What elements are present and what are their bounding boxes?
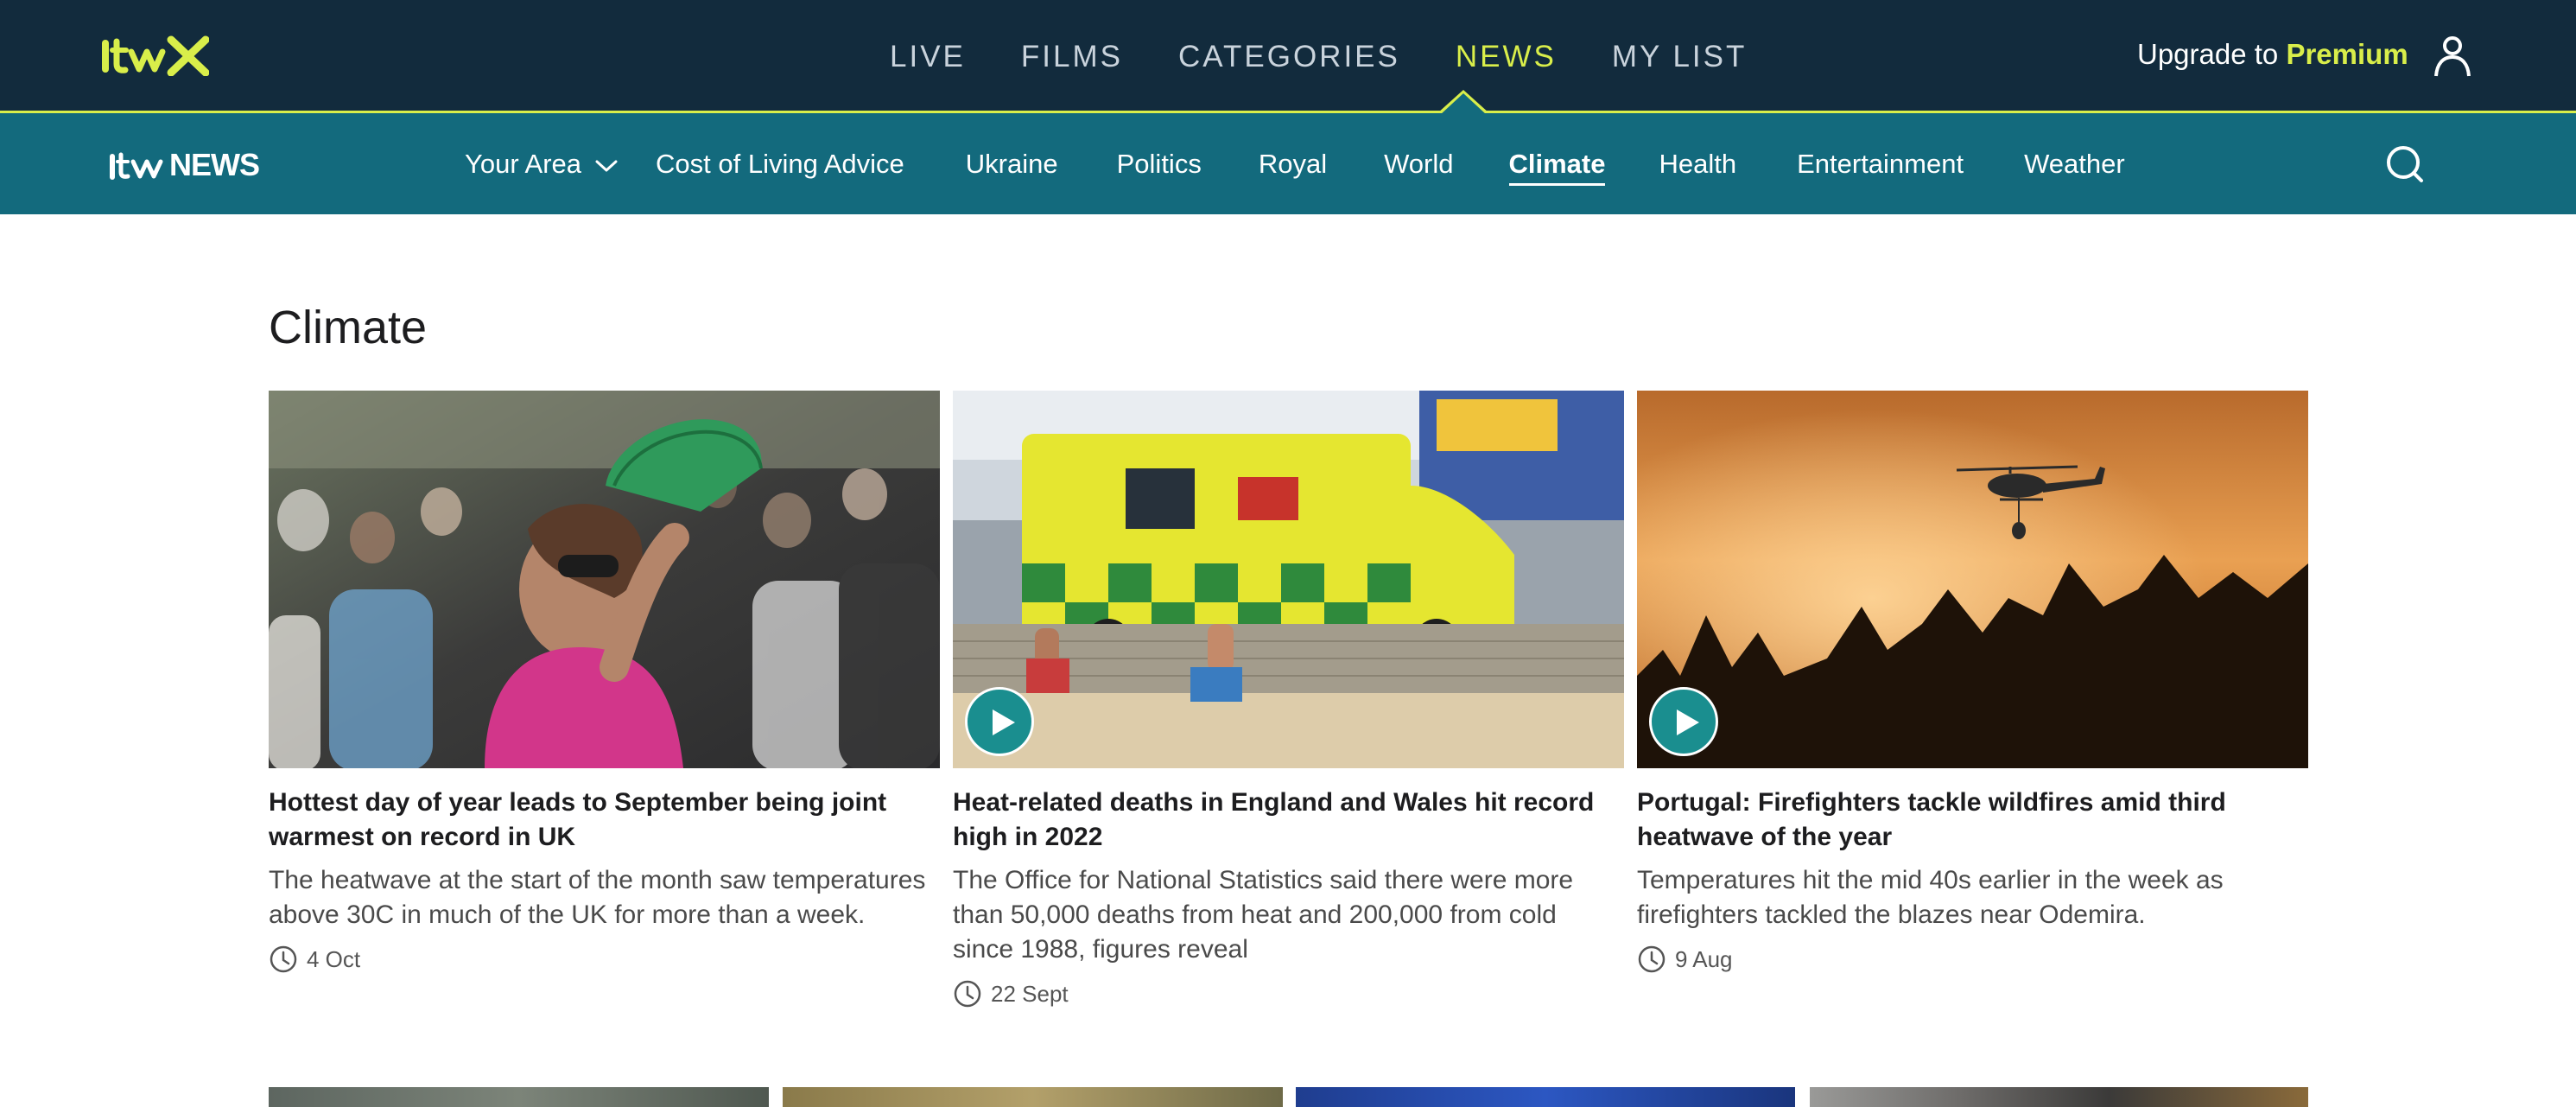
- article-thumbnail-partial[interactable]: [1810, 1087, 2308, 1107]
- main-nav: LIVE FILMS CATEGORIES NEWS MY LIST: [890, 0, 1802, 113]
- premium-label: Premium: [2286, 38, 2408, 70]
- article-image[interactable]: [269, 391, 940, 768]
- nav-films[interactable]: FILMS: [1021, 40, 1123, 74]
- article-date-label: 9 Aug: [1675, 945, 1733, 972]
- article-headline[interactable]: Portugal: Firefighters tackle wildfires …: [1637, 786, 2308, 855]
- clock-icon: [1638, 945, 1666, 973]
- article-card[interactable]: Heat-related deaths in England and Wales…: [953, 391, 1624, 1008]
- crowd-heatwave-photo: [269, 391, 940, 768]
- news-section-nav: Your Area Cost of Living Advice Ukraine …: [465, 113, 2125, 214]
- search-icon[interactable]: [2384, 143, 2424, 183]
- play-icon: [1677, 709, 1699, 735]
- article-headline[interactable]: Hottest day of year leads to September b…: [269, 786, 940, 855]
- nav-live[interactable]: LIVE: [890, 40, 966, 74]
- article-thumbnail-partial[interactable]: [269, 1087, 769, 1107]
- page-title: Climate: [269, 302, 428, 353]
- play-button[interactable]: [965, 687, 1034, 756]
- wildfire-helicopter-photo: [1637, 391, 2308, 768]
- sub-nav-politics[interactable]: Politics: [1117, 149, 1202, 180]
- ambulance-beach-photo: [953, 391, 1624, 768]
- nav-news[interactable]: NEWS: [1456, 40, 1557, 74]
- sub-nav-health[interactable]: Health: [1659, 149, 1736, 180]
- itvx-logo[interactable]: [102, 35, 209, 76]
- your-area-dropdown[interactable]: Your Area: [465, 149, 618, 180]
- sub-nav-royal[interactable]: Royal: [1259, 149, 1327, 180]
- your-area-label: Your Area: [465, 148, 582, 179]
- sub-nav-climate[interactable]: Climate: [1508, 149, 1605, 186]
- itv-logo-mark: [110, 152, 163, 180]
- itvx-top-bar: LIVE FILMS CATEGORIES NEWS MY LIST Upgra…: [0, 0, 2576, 113]
- article-image[interactable]: [1637, 391, 2308, 768]
- article-date-label: 22 Sept: [991, 980, 1069, 1007]
- article-date: 22 Sept: [953, 979, 1624, 1008]
- nav-categories[interactable]: CATEGORIES: [1178, 40, 1400, 74]
- clock-icon: [954, 980, 981, 1008]
- account-icon[interactable]: [2432, 35, 2473, 78]
- article-thumbnail-partial[interactable]: [1296, 1087, 1795, 1107]
- upgrade-prefix: Upgrade to: [2137, 38, 2279, 70]
- active-nav-indicator-fill: [1440, 93, 1487, 115]
- article-date: 4 Oct: [269, 945, 940, 974]
- sub-nav-world[interactable]: World: [1384, 149, 1453, 180]
- article-thumbnail-partial[interactable]: [783, 1087, 1283, 1107]
- article-date: 9 Aug: [1637, 945, 2308, 974]
- sub-nav-ukraine[interactable]: Ukraine: [966, 149, 1058, 180]
- article-card[interactable]: Hottest day of year leads to September b…: [269, 391, 940, 974]
- article-headline[interactable]: Heat-related deaths in England and Wales…: [953, 786, 1624, 855]
- news-wordmark: NEWS: [169, 147, 260, 182]
- article-summary: Temperatures hit the mid 40s earlier in …: [1637, 866, 2224, 929]
- article-card[interactable]: Portugal: Firefighters tackle wildfires …: [1637, 391, 2308, 974]
- chevron-down-icon: [595, 160, 618, 171]
- play-button[interactable]: [1649, 687, 1718, 756]
- news-sub-bar: NEWS Your Area Cost of Living Advice Ukr…: [0, 113, 2576, 214]
- article-summary: The heatwave at the start of the month s…: [269, 866, 926, 929]
- sub-nav-entertainment[interactable]: Entertainment: [1797, 149, 1964, 180]
- sub-nav-cost-of-living[interactable]: Cost of Living Advice: [656, 149, 904, 180]
- article-image[interactable]: [953, 391, 1624, 768]
- nav-my-list[interactable]: MY LIST: [1612, 40, 1748, 74]
- upgrade-premium-link[interactable]: Upgrade to Premium: [2137, 38, 2408, 71]
- article-date-label: 4 Oct: [307, 945, 361, 972]
- clock-icon: [270, 945, 297, 973]
- play-icon: [993, 709, 1015, 735]
- article-summary: The Office for National Statistics said …: [953, 866, 1574, 964]
- sub-nav-weather[interactable]: Weather: [2024, 149, 2125, 180]
- itv-news-logo[interactable]: NEWS: [109, 147, 260, 182]
